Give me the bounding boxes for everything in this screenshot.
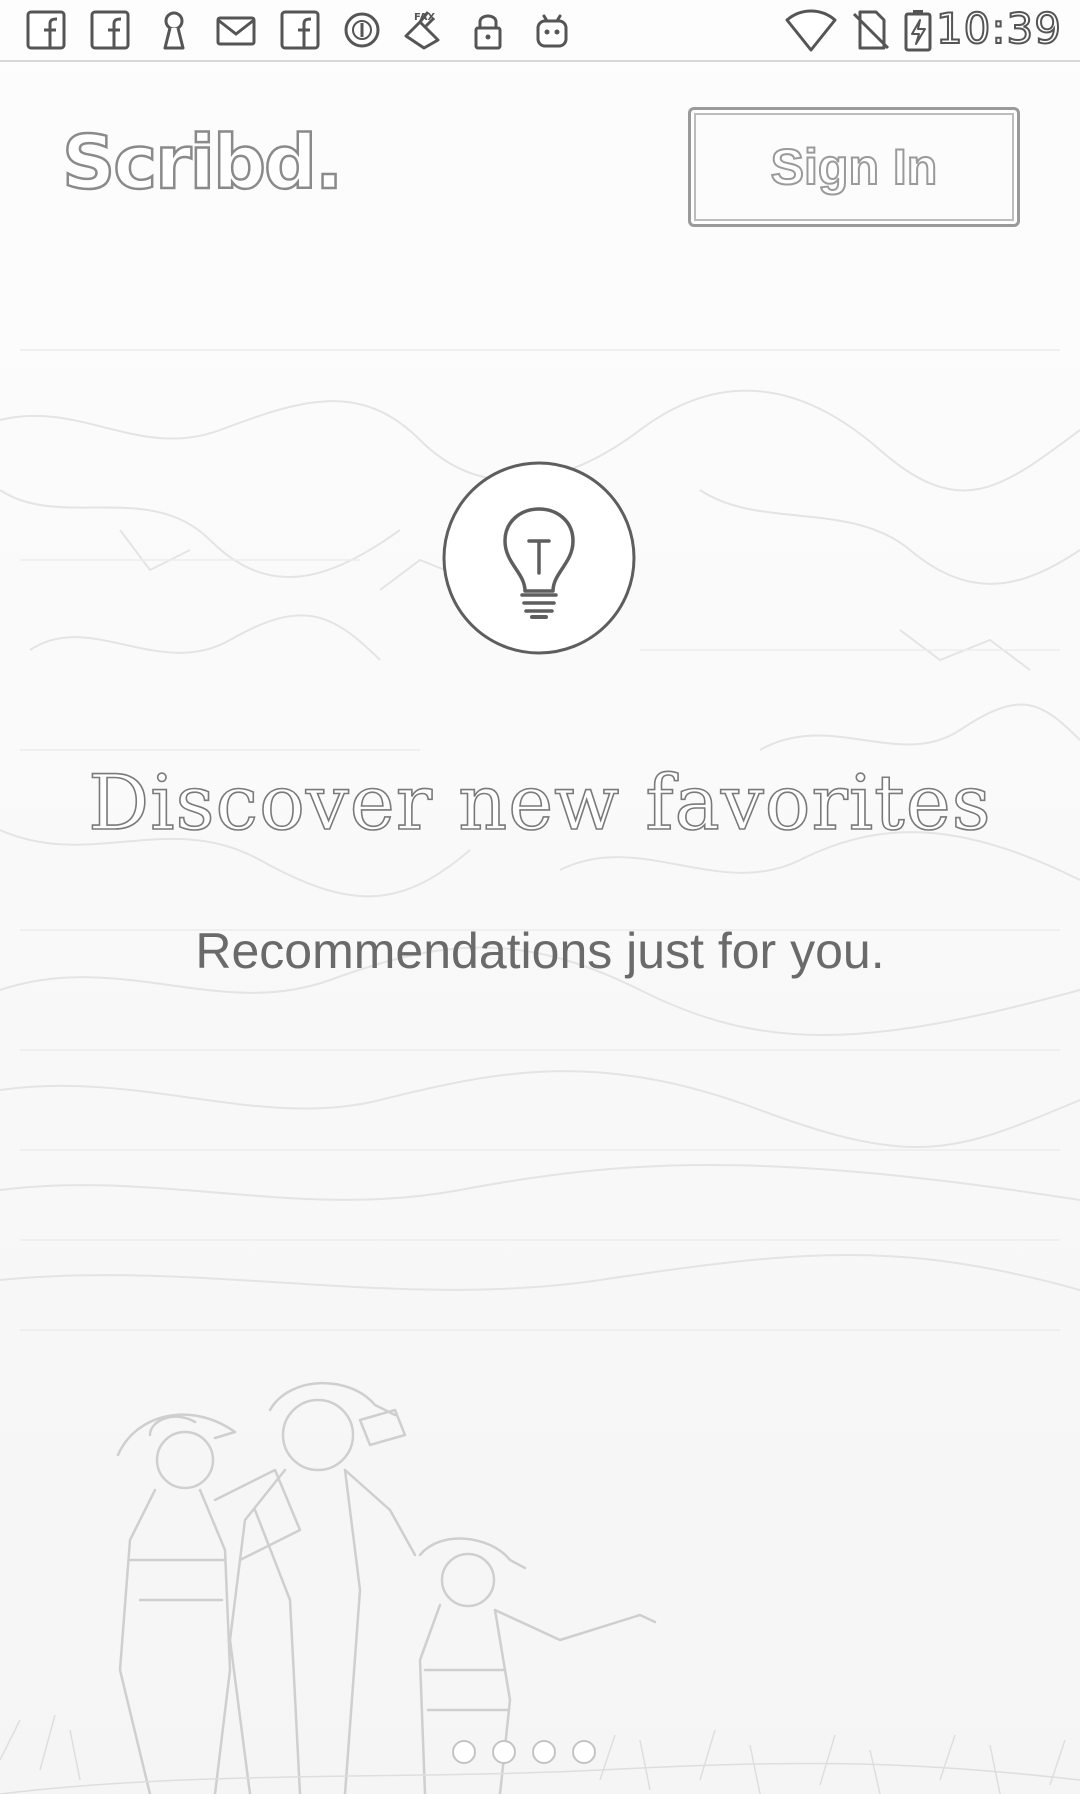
android-icon: [530, 8, 574, 52]
scribd-logo: Scribd.: [61, 119, 345, 208]
page-dot-4[interactable]: [572, 1740, 596, 1764]
circle-badge-icon: [340, 8, 384, 52]
status-clock: 10:39: [935, 3, 1062, 54]
battery-charging-icon: [900, 8, 936, 52]
feature-headline: Discover new favorites: [87, 757, 992, 848]
mail-icon: [214, 8, 258, 52]
feature-subline: Recommendations just for you.: [195, 923, 885, 979]
lightbulb-icon: [442, 461, 636, 655]
facebook-icon: [278, 8, 322, 52]
facebook-icon: [88, 8, 132, 52]
status-bar: FAX 10:39: [0, 0, 1080, 62]
keyhole-icon: [152, 8, 196, 52]
children-explorers-illustration: [0, 1381, 1080, 1794]
onboarding-screen: FAX 10:39 Scribd. Sign In Discover new f…: [0, 0, 1080, 1794]
facebook-icon: [24, 8, 68, 52]
svg-text:FAX: FAX: [414, 12, 435, 23]
lock-icon: [466, 8, 510, 52]
page-dot-2[interactable]: [492, 1740, 516, 1764]
page-dot-3[interactable]: [532, 1740, 556, 1764]
wifi-icon: [785, 8, 837, 52]
no-sim-icon: [848, 8, 892, 52]
page-indicator: [452, 1740, 596, 1764]
sign-in-button[interactable]: Sign In: [688, 107, 1020, 227]
page-dot-1[interactable]: [452, 1740, 476, 1764]
fax-icon: FAX: [400, 8, 444, 52]
